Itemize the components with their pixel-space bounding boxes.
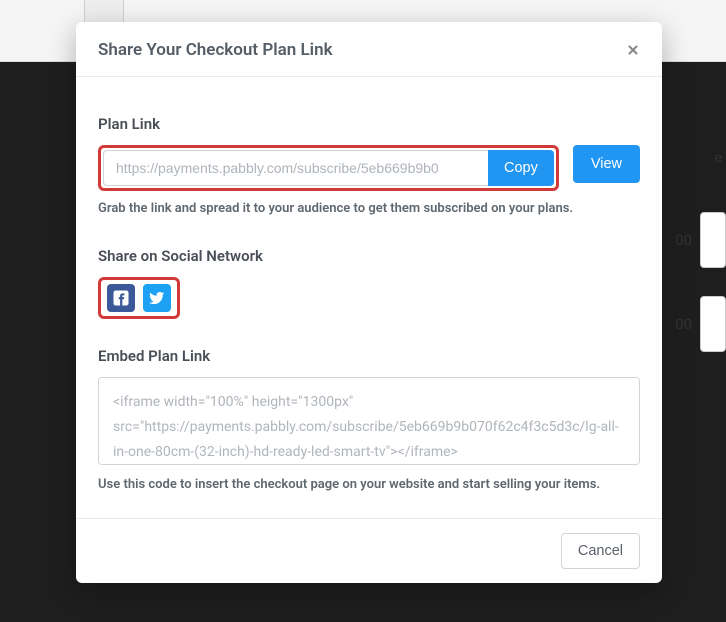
twitter-icon xyxy=(149,290,165,306)
modal-body: Plan Link Copy View Grab the link and sp… xyxy=(76,77,662,518)
plan-link-section: Plan Link Copy View Grab the link and sp… xyxy=(98,115,640,219)
view-button[interactable]: View xyxy=(573,145,640,183)
cancel-button[interactable]: Cancel xyxy=(561,533,640,569)
modal-title: Share Your Checkout Plan Link xyxy=(98,40,333,60)
embed-helper: Use this code to insert the checkout pag… xyxy=(98,475,640,495)
plan-link-highlight: Copy xyxy=(98,145,559,191)
bg-action-btn[interactable] xyxy=(700,296,726,352)
bg-row-1: 00 xyxy=(675,212,726,268)
bg-price-2: 00 xyxy=(675,315,692,333)
embed-label: Embed Plan Link xyxy=(98,347,640,365)
plan-link-row: Copy View xyxy=(98,145,640,191)
twitter-share-button[interactable] xyxy=(143,284,171,312)
social-section: Share on Social Network xyxy=(98,247,640,319)
plan-link-helper: Grab the link and spread it to your audi… xyxy=(98,199,640,219)
embed-code-textarea[interactable] xyxy=(98,377,640,465)
copy-button[interactable]: Copy xyxy=(488,150,554,186)
bg-row-2: 00 xyxy=(675,296,726,352)
bg-price-1: 00 xyxy=(675,231,692,249)
social-label: Share on Social Network xyxy=(98,247,640,265)
close-icon[interactable] xyxy=(626,43,640,57)
plan-link-label: Plan Link xyxy=(98,115,640,133)
embed-section: Embed Plan Link Use this code to insert … xyxy=(98,347,640,495)
plan-link-input[interactable] xyxy=(103,150,488,186)
plan-link-input-group: Copy xyxy=(103,150,554,186)
share-checkout-modal: Share Your Checkout Plan Link Plan Link … xyxy=(76,22,662,583)
modal-footer: Cancel xyxy=(76,518,662,583)
facebook-share-button[interactable] xyxy=(107,284,135,312)
bg-action-btn[interactable] xyxy=(700,212,726,268)
modal-header: Share Your Checkout Plan Link xyxy=(76,22,662,77)
bg-fragment: e xyxy=(715,150,722,166)
social-highlight xyxy=(98,277,180,319)
facebook-icon xyxy=(112,289,130,307)
